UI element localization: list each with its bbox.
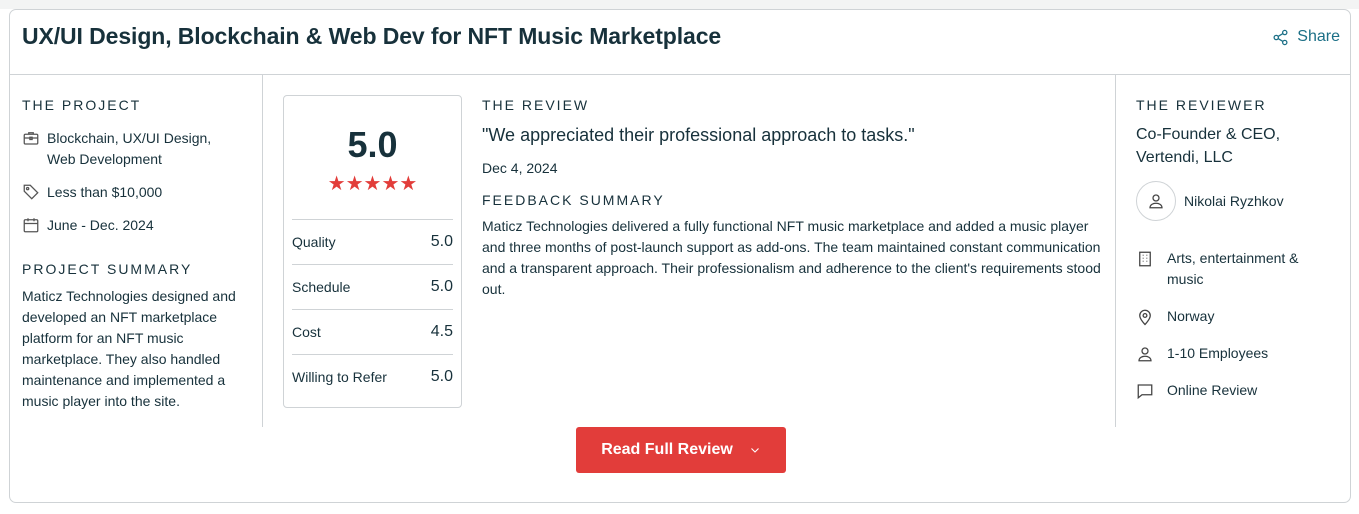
rating-value: 5.0: [430, 368, 453, 385]
review-section-label: THE REVIEW: [482, 97, 590, 113]
star-icon: ★: [327, 173, 346, 195]
feedback-summary-text: Maticz Technologies delivered a fully fu…: [482, 218, 1101, 297]
reviewer-name: Nikolai Ryzhkov: [1184, 193, 1284, 209]
rating-label: Schedule: [292, 279, 351, 295]
reviewer-review-type-text: Online Review: [1167, 382, 1258, 398]
user-icon: [1138, 347, 1152, 362]
share-label: Share: [1297, 28, 1340, 45]
project-section-label: THE PROJECT: [22, 97, 142, 113]
project-services: Blockchain, UX/UI Design, Web Developmen…: [22, 128, 252, 170]
reviewer-company-size: 1-10 Employees: [1136, 343, 1346, 364]
feedback-summary-label: FEEDBACK SUMMARY: [482, 192, 665, 208]
reviewer-industry-text: Arts, entertainment & music: [1167, 250, 1299, 287]
location-pin-icon: [1139, 309, 1151, 326]
reviewer-person: Nikolai Ryzhkov: [1136, 181, 1346, 221]
share-button[interactable]: Share: [1272, 28, 1340, 46]
project-summary-text: Maticz Technologies designed and develop…: [22, 288, 236, 409]
chevron-down-icon: [750, 448, 759, 453]
rating-value: 5.0: [430, 233, 453, 250]
review-quote: "We appreciated their professional appro…: [482, 125, 915, 145]
rating-row-willing-to-refer: Willing to Refer 5.0: [292, 354, 453, 399]
project-budget: Less than $10,000: [22, 182, 252, 203]
top-strip: [0, 0, 1359, 9]
reviewer-location-text: Norway: [1167, 308, 1215, 324]
rating-label: Cost: [292, 324, 321, 340]
reviewer-role: Co-Founder & CEO, Vertendi, LLC: [1136, 126, 1281, 166]
rating-value: 4.5: [430, 323, 453, 340]
project-title: UX/UI Design, Blockchain & Web Dev for N…: [22, 23, 722, 49]
project-column: THE PROJECT Blockchain, UX/UI Design, We…: [22, 97, 252, 412]
read-full-review-button[interactable]: Read Full Review: [576, 427, 786, 473]
reviewer-section-label: THE REVIEWER: [1136, 97, 1267, 113]
rating-label: Quality: [292, 234, 336, 250]
review-card: UX/UI Design, Blockchain & Web Dev for N…: [9, 9, 1351, 503]
user-icon: [1149, 194, 1163, 209]
reviewer-company-size-text: 1-10 Employees: [1167, 345, 1269, 361]
card-header: UX/UI Design, Blockchain & Web Dev for N…: [10, 10, 1350, 75]
reviewer-location: Norway: [1136, 306, 1346, 327]
project-budget-text: Less than $10,000: [47, 184, 163, 200]
rating-row-quality: Quality 5.0: [292, 219, 453, 264]
rating-box: 5.0 ★★★★★ Quality 5.0 Schedule 5.0 Cost …: [283, 95, 462, 408]
project-dates: June - Dec. 2024: [22, 215, 252, 236]
star-icon: ★: [381, 173, 400, 195]
star-icon: ★: [399, 173, 418, 195]
review-date: Dec 4, 2024: [482, 160, 558, 176]
avatar: [1136, 181, 1176, 221]
reviewer-review-type: Online Review: [1136, 380, 1346, 401]
star-icon: ★: [363, 173, 382, 195]
rating-row-schedule: Schedule 5.0: [292, 264, 453, 309]
overall-score: 5.0: [347, 124, 398, 165]
rating-label: Willing to Refer: [292, 369, 387, 385]
star-icon: ★: [345, 173, 364, 195]
reviewer-column: THE REVIEWER Co-Founder & CEO, Vertendi,…: [1136, 97, 1346, 401]
reviewer-industry: Arts, entertainment & music: [1136, 248, 1346, 290]
briefcase-icon: [23, 132, 39, 145]
column-divider: [262, 75, 263, 427]
column-divider: [1115, 75, 1116, 427]
review-column: THE REVIEW "We appreciated their profess…: [482, 97, 1102, 300]
price-tag-icon: [23, 184, 39, 200]
project-summary-label: PROJECT SUMMARY: [22, 261, 193, 277]
share-icon: [1273, 29, 1288, 45]
project-dates-text: June - Dec. 2024: [47, 217, 154, 233]
star-rating: ★★★★★: [284, 171, 461, 196]
chat-bubble-icon: [1137, 384, 1153, 400]
rating-row-cost: Cost 4.5: [292, 309, 453, 354]
building-icon: [1139, 251, 1151, 267]
rating-value: 5.0: [430, 278, 453, 295]
project-services-text: Blockchain, UX/UI Design, Web Developmen…: [47, 130, 212, 167]
calendar-icon: [23, 218, 39, 233]
read-full-review-label: Read Full Review: [601, 441, 733, 458]
